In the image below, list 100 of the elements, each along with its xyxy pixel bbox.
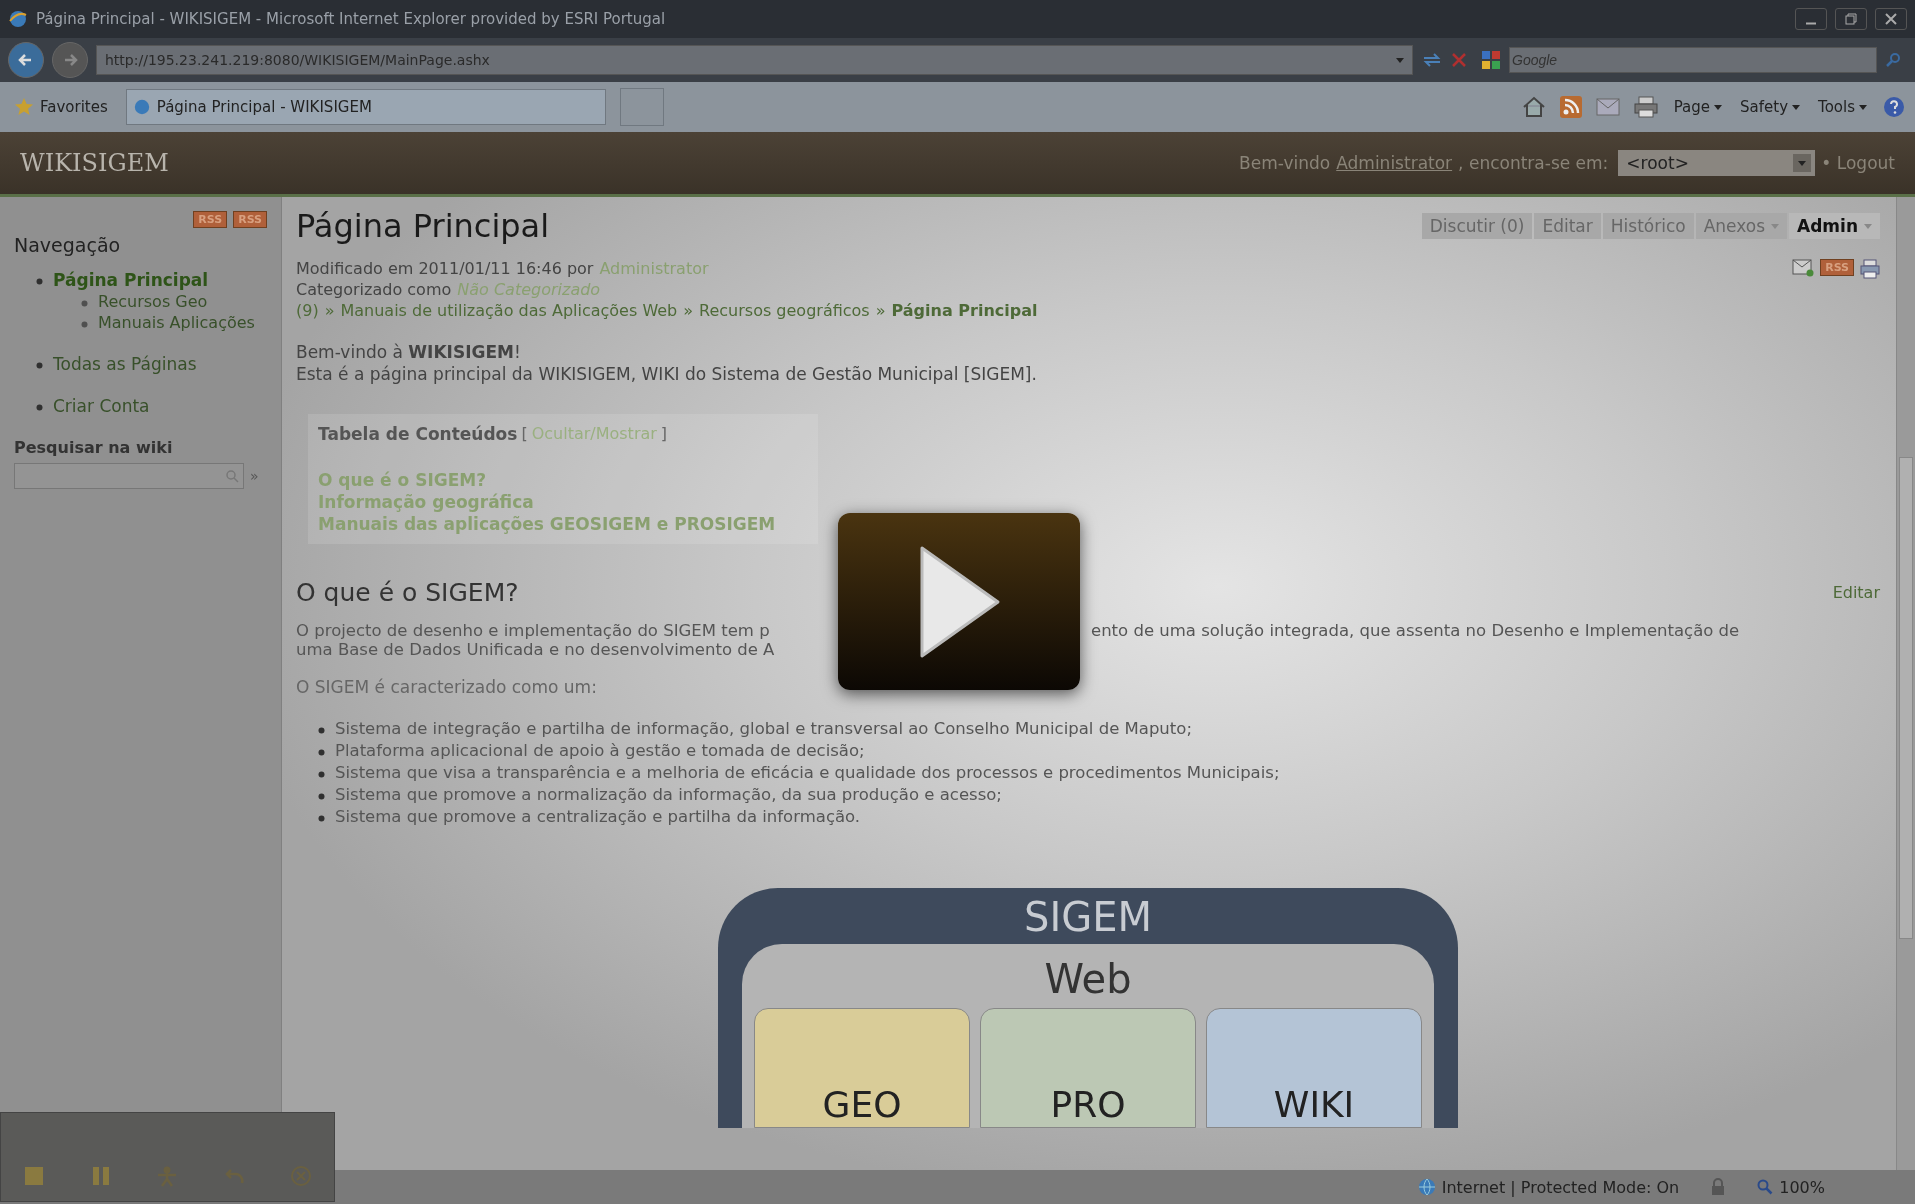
search-icon[interactable] xyxy=(1885,52,1901,68)
category-label: Categorizado como xyxy=(296,280,452,299)
sidebar-title: Navegação xyxy=(14,234,122,256)
menu-button[interactable]: Page xyxy=(1671,98,1725,116)
bullet-item: Sistema que promove a normalização da informação, da sua produção e acesso; xyxy=(335,785,1002,804)
forward-button[interactable] xyxy=(52,42,88,78)
breadcrumb-link[interactable]: Página Principal xyxy=(891,301,1038,320)
bullet-icon xyxy=(81,300,88,307)
module-block: GEO xyxy=(754,1008,970,1128)
breadcrumb-link[interactable]: Manuais de utilização das Aplicações Web xyxy=(340,301,678,320)
page-action-tab[interactable]: Discutir (0) xyxy=(1421,213,1533,239)
bullet-item: Sistema de integração e partilha de informação, global e transversal ao Conselho Municipal de Maputo; xyxy=(335,719,1192,738)
modified-text: Modificado em 2011/01/11 16:46 por xyxy=(296,259,594,278)
close-button[interactable] xyxy=(1875,8,1907,30)
address-field[interactable]: http://195.23.241.219:8080/WIKISIGEM/MainPage.ashx xyxy=(96,45,1413,75)
nav-link[interactable]: Manuais Aplicações xyxy=(98,313,255,332)
window-title: Página Principal - WIKISIGEM - Microsoft Internet Explorer provided by ESRI Portugal xyxy=(36,10,667,28)
stop-icon[interactable] xyxy=(1451,52,1467,68)
bullet-icon xyxy=(318,793,325,800)
bullet-icon xyxy=(318,815,325,822)
layer-label: Web xyxy=(1044,956,1132,1002)
breadcrumb-separator: » xyxy=(875,301,886,320)
status-zone: Internet | Protected Mode: On xyxy=(1417,1177,1680,1197)
browser-icon xyxy=(8,9,28,29)
breadcrumb-separator: » xyxy=(324,301,335,320)
breadcrumb-link[interactable]: (9) xyxy=(296,301,319,320)
logout-link[interactable]: • Logout xyxy=(1821,153,1895,173)
browser-tab[interactable]: Página Principal - WIKISIGEM xyxy=(125,89,606,125)
star-icon xyxy=(14,97,34,117)
feed-icon[interactable] xyxy=(1559,96,1582,118)
wiki-search-field[interactable] xyxy=(14,463,244,489)
paragraph-text: O projecto de desenho e implementação do SIGEM tem p xyxy=(296,621,771,640)
welcome-heading: Bem-vindo à WIKISIGEM! xyxy=(296,342,522,362)
play-button[interactable] xyxy=(838,513,1080,690)
home-icon[interactable] xyxy=(1521,96,1546,118)
module-block: WIKI xyxy=(1206,1008,1422,1128)
toc-link[interactable]: Informação geográfica xyxy=(318,492,808,512)
printer-icon[interactable] xyxy=(1633,96,1658,118)
search-provider-icon[interactable] xyxy=(1481,50,1501,70)
nav-link[interactable]: Página Principal xyxy=(53,270,255,290)
search-title: Pesquisar na wiki xyxy=(14,438,174,457)
bullet-icon xyxy=(318,749,325,756)
bullet-icon xyxy=(318,771,325,778)
close-icon xyxy=(1885,13,1897,25)
menu-button[interactable]: Tools xyxy=(1816,98,1869,116)
rss-icon[interactable]: RSS xyxy=(233,211,267,228)
search-go-link[interactable]: » xyxy=(250,468,259,484)
bullet-icon xyxy=(36,362,43,369)
restore-icon xyxy=(1845,13,1857,25)
module-block: PRO xyxy=(980,1008,1196,1128)
stop-icon[interactable] xyxy=(23,1165,46,1187)
new-tab-button[interactable] xyxy=(619,88,664,126)
scrollbar[interactable] xyxy=(1896,197,1915,1170)
site-logo: WIKISIGEM xyxy=(20,149,170,177)
bullet-icon xyxy=(36,404,43,411)
breadcrumb-separator: » xyxy=(683,301,694,320)
refresh-icon[interactable] xyxy=(1421,51,1443,69)
help-icon[interactable] xyxy=(1883,96,1905,118)
lead-text: O SIGEM é caracterizado como um: xyxy=(296,677,598,697)
nav-link[interactable]: Recursos Geo xyxy=(98,292,208,311)
diagram-title: SIGEM xyxy=(1024,894,1152,940)
toc-link[interactable]: Manuais das aplicações GEOSIGEM e PROSIGEM xyxy=(318,514,808,534)
nav-link[interactable]: Criar Conta xyxy=(53,396,150,416)
mail-icon[interactable] xyxy=(1792,259,1815,277)
page-action-tab[interactable]: Histórico xyxy=(1602,213,1694,239)
page-action-tab[interactable]: Admin xyxy=(1789,213,1880,239)
bullet-item: Sistema que promove a centralização e partilha da informação. xyxy=(335,807,861,826)
page-title: Página Principal xyxy=(296,207,550,245)
minimize-icon xyxy=(1805,21,1817,25)
page-action-tab[interactable]: Anexos xyxy=(1695,213,1787,239)
location-label: , encontra-se em: xyxy=(1458,153,1609,173)
bracket-text: ] xyxy=(660,424,668,444)
menu-button[interactable]: Safety xyxy=(1738,98,1803,116)
page-action-tab[interactable]: Editar xyxy=(1534,213,1601,239)
minimize-button[interactable] xyxy=(1795,8,1827,30)
toc-link[interactable]: O que é o SIGEM? xyxy=(318,470,808,490)
edit-link[interactable]: Editar xyxy=(1832,583,1880,602)
favorites-button[interactable]: Favorites xyxy=(10,97,112,117)
intro-paragraph: Esta é a página principal da WIKISIGEM, WIKI do Sistema de Gestão Municipal [SIGEM]. xyxy=(296,364,1038,384)
maximize-button[interactable] xyxy=(1835,8,1867,30)
search-field[interactable]: Google xyxy=(1509,47,1877,73)
welcome-text: Bem-vindo xyxy=(1239,153,1331,173)
user-link[interactable]: Administrator xyxy=(1336,153,1453,173)
section-title: O que é o SIGEM? xyxy=(296,578,519,607)
zoom-level[interactable]: 100% xyxy=(1757,1177,1825,1197)
toc-title: Tabela de Conteúdos xyxy=(318,424,518,444)
nav-link[interactable]: Todas as Páginas xyxy=(53,354,197,374)
bullet-icon xyxy=(81,321,88,328)
bullet-item: Plataforma aplicacional de apoio à gestão e tomada de decisão; xyxy=(335,741,865,760)
bullet-icon xyxy=(318,727,325,734)
bracket-text: [ xyxy=(521,424,528,444)
rss-icon[interactable]: RSS xyxy=(1820,259,1854,276)
location-select[interactable]: <root> xyxy=(1618,150,1816,176)
bullet-item: Sistema que visa a transparência e a melhoria de eficácia e qualidade dos processos e procedimentos Municipais; xyxy=(335,763,1280,782)
mail-icon[interactable] xyxy=(1595,98,1620,116)
printer-icon[interactable] xyxy=(1860,259,1880,279)
breadcrumb-link[interactable]: Recursos geográficos xyxy=(699,301,870,320)
search-icon[interactable] xyxy=(225,469,239,483)
rss-icon[interactable]: RSS xyxy=(193,211,228,228)
back-button[interactable] xyxy=(8,42,44,78)
